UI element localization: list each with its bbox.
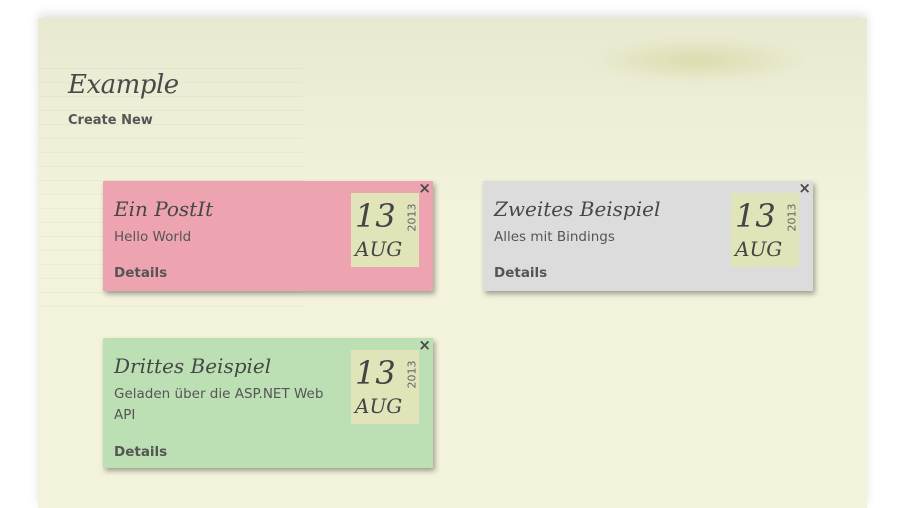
- details-link[interactable]: Details: [114, 444, 167, 460]
- postit-note: × Zweites Beispiel Alles mit Bindings De…: [483, 179, 813, 291]
- date-year: 2013: [785, 203, 799, 232]
- close-icon[interactable]: ×: [418, 336, 431, 354]
- date-day: 13: [355, 354, 396, 392]
- paper-smudge: [588, 38, 808, 83]
- postit-note: × Drittes Beispiel Geladen über die ASP.…: [103, 336, 433, 468]
- note-text: Alles mit Bindings: [494, 229, 615, 245]
- note-title: Ein PostIt: [114, 197, 214, 221]
- note-text: Hello World: [114, 229, 192, 245]
- postit-note: × Ein PostIt Hello World Details 13 AUG …: [103, 179, 433, 291]
- date-year: 2013: [405, 360, 419, 389]
- page-title: Example: [68, 70, 179, 100]
- date-day: 13: [355, 197, 396, 235]
- create-new-link[interactable]: Create New: [68, 113, 153, 128]
- note-title: Zweites Beispiel: [494, 197, 661, 221]
- note-text: Geladen über die ASP.NET Web API: [114, 386, 324, 423]
- date-month: AUG: [735, 237, 783, 261]
- date-month: AUG: [355, 237, 403, 261]
- note-title: Drittes Beispiel: [114, 354, 272, 378]
- paper-background: Example Create New × Ein PostIt Hello Wo…: [38, 18, 867, 508]
- date-box: 13 AUG 2013: [351, 350, 419, 424]
- details-link[interactable]: Details: [494, 265, 547, 281]
- date-day: 13: [735, 197, 776, 235]
- details-link[interactable]: Details: [114, 265, 167, 281]
- date-box: 13 AUG 2013: [351, 193, 419, 267]
- date-box: 13 AUG 2013: [731, 193, 799, 267]
- close-icon[interactable]: ×: [798, 179, 811, 197]
- close-icon[interactable]: ×: [418, 179, 431, 197]
- date-month: AUG: [355, 394, 403, 418]
- date-year: 2013: [405, 203, 419, 232]
